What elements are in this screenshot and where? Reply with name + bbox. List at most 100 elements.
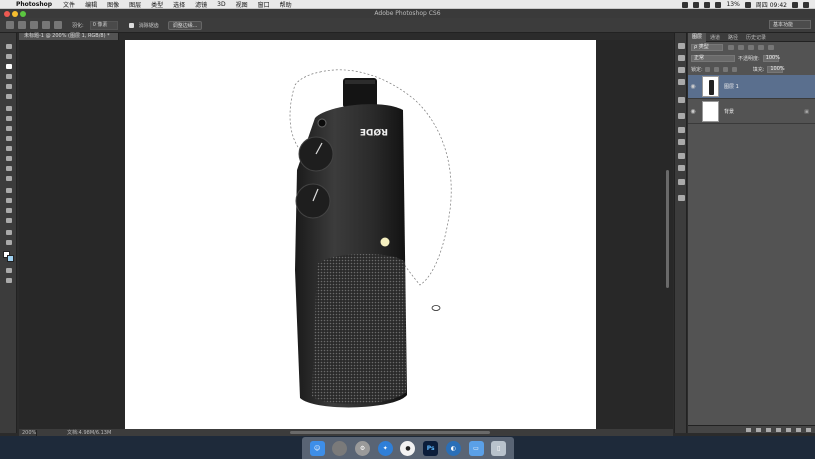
character-panel-icon[interactable]	[678, 179, 685, 185]
blur-tool-icon[interactable]	[4, 165, 13, 172]
document-size[interactable]: 文档:4.98M/6.13M	[37, 429, 111, 436]
menu-window[interactable]: 窗口	[253, 0, 275, 9]
menu-layer[interactable]: 图层	[124, 0, 146, 9]
notification-icon[interactable]	[803, 1, 809, 8]
tab-paths[interactable]: 路径	[724, 34, 742, 41]
vertical-scrollbar[interactable]	[666, 170, 669, 288]
horizontal-scrollbar[interactable]	[290, 431, 490, 434]
delete-layer-icon[interactable]	[806, 427, 811, 432]
add-mask-icon[interactable]	[766, 427, 771, 432]
menu-select[interactable]: 选择	[168, 0, 190, 9]
folder-icon[interactable]: ▭	[468, 440, 484, 456]
history-brush-tool-icon[interactable]	[4, 135, 13, 142]
minimize-window-icon[interactable]	[12, 11, 18, 17]
intersect-selection-icon[interactable]	[54, 21, 62, 29]
opacity-input[interactable]: 100%	[762, 55, 780, 62]
battery-percent[interactable]: 13%	[726, 1, 739, 8]
info-panel-icon[interactable]	[678, 127, 685, 133]
layer-row[interactable]: ◉ 背景 ▣	[688, 100, 815, 124]
new-adjustment-icon[interactable]	[776, 427, 781, 432]
menu-view[interactable]: 视图	[231, 0, 253, 9]
filter-shape-icon[interactable]	[758, 45, 764, 50]
tab-history[interactable]: 历史记录	[742, 34, 770, 41]
fill-input[interactable]: 100%	[767, 66, 785, 73]
quick-select-tool-icon[interactable]	[4, 73, 13, 80]
layer-kind-filter[interactable]: ρ 类型	[691, 44, 723, 51]
zoom-tool-icon[interactable]	[4, 239, 13, 246]
zoom-level[interactable]: 200%	[19, 429, 37, 436]
crop-tool-icon[interactable]	[4, 83, 13, 90]
menu-type[interactable]: 类型	[146, 0, 168, 9]
menu-file[interactable]: 文件	[58, 0, 80, 9]
filter-type-icon[interactable]	[748, 45, 754, 50]
new-group-icon[interactable]	[786, 427, 791, 432]
subtract-selection-icon[interactable]	[42, 21, 50, 29]
menu-help[interactable]: 帮助	[275, 0, 297, 9]
properties-panel-icon[interactable]	[678, 113, 685, 119]
status-icon[interactable]	[693, 1, 700, 8]
visibility-eye-icon[interactable]: ◉	[688, 108, 698, 115]
wifi-icon[interactable]	[715, 1, 722, 8]
lasso-tool-icon[interactable]	[4, 63, 13, 70]
app-menu[interactable]: Photoshop	[14, 1, 58, 8]
refine-edge-button[interactable]: 调整边缘...	[167, 20, 203, 30]
layer-row-selected[interactable]: ◉ 图层 1	[688, 75, 815, 99]
image-canvas[interactable]: RØDE	[125, 40, 596, 429]
quick-mask-icon[interactable]	[4, 267, 13, 274]
type-tool-icon[interactable]	[4, 197, 13, 204]
lock-transparent-icon[interactable]	[704, 67, 710, 72]
system-preferences-icon[interactable]: ⚙	[355, 440, 371, 456]
marquee-tool-icon[interactable]	[4, 53, 13, 60]
screen-mode-icon[interactable]	[4, 277, 13, 284]
swatches-panel-icon[interactable]	[678, 55, 685, 61]
lock-image-icon[interactable]	[713, 67, 719, 72]
hand-tool-icon[interactable]	[4, 229, 13, 236]
search-icon[interactable]	[792, 1, 798, 8]
history-panel-icon[interactable]	[678, 97, 685, 103]
stamp-tool-icon[interactable]	[4, 125, 13, 132]
lock-position-icon[interactable]	[722, 67, 728, 72]
safari-icon[interactable]: ✦	[377, 440, 393, 456]
battery-icon[interactable]	[744, 1, 751, 8]
eyedropper-tool-icon[interactable]	[4, 93, 13, 100]
menubar-clock[interactable]: 周四 09:42	[756, 0, 787, 9]
menu-edit[interactable]: 编辑	[80, 0, 102, 9]
document-tab[interactable]: 未标题-1 @ 200% (图层 1, RGB/8) *	[19, 33, 119, 40]
background-color-swatch[interactable]	[7, 255, 14, 262]
app-icon[interactable]: ◐	[445, 440, 461, 456]
menu-image[interactable]: 图像	[102, 0, 124, 9]
layer-style-icon[interactable]	[756, 427, 761, 432]
actions-panel-icon[interactable]	[678, 195, 685, 201]
move-tool-icon[interactable]	[4, 43, 13, 50]
status-icon[interactable]	[704, 1, 711, 8]
new-selection-icon[interactable]	[18, 21, 26, 29]
gradient-tool-icon[interactable]	[4, 155, 13, 162]
tab-channels[interactable]: 通道	[706, 34, 724, 41]
lasso-tool-preset-icon[interactable]	[6, 21, 14, 29]
link-layers-icon[interactable]	[746, 427, 751, 432]
layer-name[interactable]: 背景	[724, 108, 734, 115]
path-select-tool-icon[interactable]	[4, 207, 13, 214]
blend-mode-select[interactable]: 正常	[691, 55, 735, 62]
close-window-icon[interactable]	[4, 11, 10, 17]
status-icon[interactable]	[682, 1, 689, 8]
layer-name[interactable]: 图层 1	[724, 83, 739, 90]
menu-filter[interactable]: 滤镜	[190, 0, 212, 9]
finder-icon[interactable]: ☺	[309, 440, 325, 456]
launchpad-icon[interactable]	[332, 440, 348, 456]
add-selection-icon[interactable]	[30, 21, 38, 29]
pen-tool-icon[interactable]	[4, 187, 13, 194]
clone-source-panel-icon[interactable]	[678, 153, 685, 159]
photoshop-icon[interactable]: Ps	[423, 440, 439, 456]
shape-tool-icon[interactable]	[4, 217, 13, 224]
eraser-tool-icon[interactable]	[4, 145, 13, 152]
menu-3d[interactable]: 3D	[212, 1, 230, 8]
tab-layers[interactable]: 图层	[688, 32, 707, 42]
workspace-select[interactable]: 基本功能	[769, 20, 811, 29]
feather-input[interactable]: 0 像素	[89, 20, 118, 30]
tool-presets-panel-icon[interactable]	[678, 165, 685, 171]
dodge-tool-icon[interactable]	[4, 175, 13, 182]
healing-tool-icon[interactable]	[4, 105, 13, 112]
zoom-window-icon[interactable]	[20, 11, 26, 17]
brush-panel-icon[interactable]	[678, 139, 685, 145]
